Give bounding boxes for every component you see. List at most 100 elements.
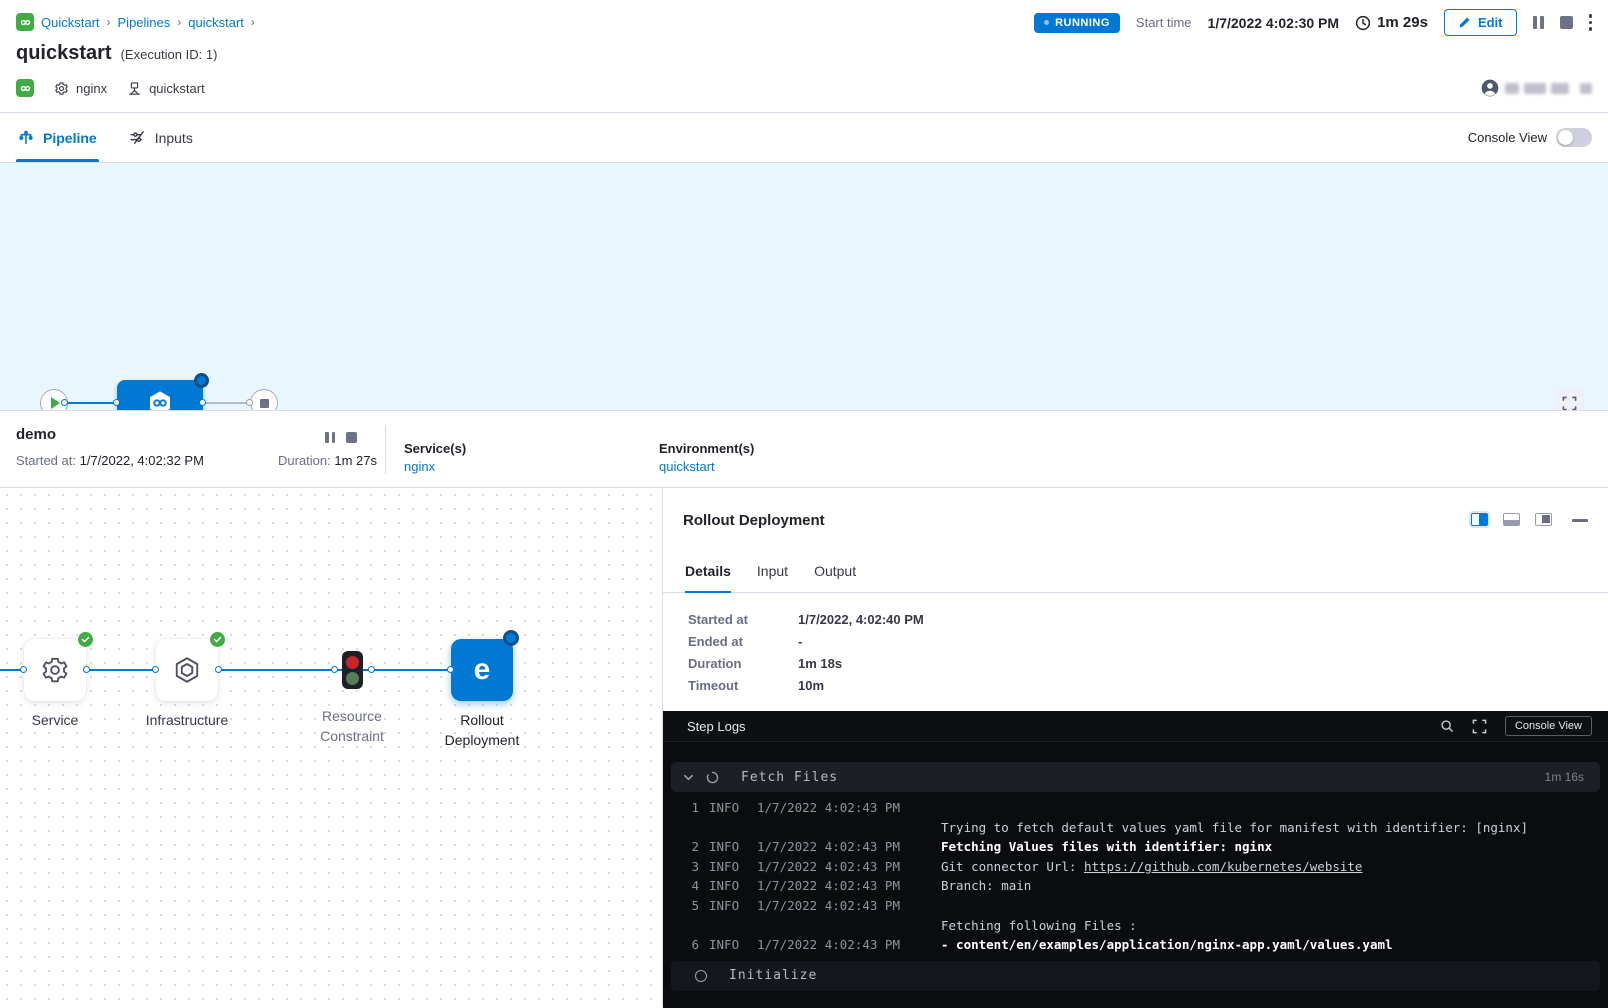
logs-fullscreen-icon[interactable] — [1472, 719, 1487, 734]
step-node-infrastructure[interactable] — [156, 639, 218, 701]
detail-value: 1m 18s — [798, 656, 924, 671]
panel-minimize-button[interactable] — [1572, 519, 1588, 522]
execution-graph-canvas[interactable]: e Service Infrastructure Resource Constr… — [0, 487, 663, 1007]
log-timestamp: 1/7/2022 4:02:43 PM — [757, 857, 927, 877]
tab-input[interactable]: Input — [757, 550, 788, 592]
connector-dot — [152, 666, 159, 673]
connector-dot — [83, 666, 90, 673]
tab-details[interactable]: Details — [685, 550, 731, 592]
service-tag[interactable]: nginx — [54, 81, 107, 96]
stage-name: demo — [16, 426, 56, 443]
log-timestamp: 1/7/2022 4:02:43 PM — [757, 876, 927, 896]
tab-inputs-label: Inputs — [155, 130, 193, 146]
step-logs-header: Step Logs Console View — [663, 711, 1608, 742]
log-message: Git connector Url: https://github.com/ku… — [941, 857, 1362, 877]
services-label: Service(s) — [404, 441, 466, 456]
step-details-panel: Rollout Deployment Details Input Output … — [663, 487, 1608, 1007]
step-label-rollout-deployment: Rollout Deployment — [426, 710, 538, 750]
edit-button[interactable]: Edit — [1444, 9, 1517, 36]
log-line-number — [683, 916, 699, 936]
start-time-label: Start time — [1136, 15, 1192, 30]
detail-label: Ended at — [688, 634, 798, 649]
tab-pipeline[interactable]: Pipeline — [18, 113, 97, 162]
stage-duration: Duration: 1m 27s — [278, 453, 377, 468]
harness-logo-icon — [16, 13, 34, 31]
log-level: INFO — [709, 896, 745, 916]
pencil-icon — [1458, 16, 1471, 29]
avatar-icon — [1480, 78, 1500, 98]
log-line: Fetching following Files : — [663, 916, 1608, 936]
breadcrumb-item-quickstart[interactable]: Quickstart — [41, 15, 100, 30]
log-section-title: Fetch Files — [741, 770, 838, 785]
running-spinner-badge — [503, 630, 519, 646]
redacted-text — [1551, 83, 1569, 94]
tab-inputs[interactable]: Inputs — [129, 113, 193, 162]
step-node-resource-constraint[interactable] — [342, 651, 363, 689]
breadcrumb-separator: › — [251, 15, 255, 29]
pause-execution-button[interactable] — [1533, 16, 1544, 29]
environment-link[interactable]: quickstart — [659, 459, 715, 474]
layout-right-panel-button[interactable] — [1471, 513, 1488, 526]
tab-output[interactable]: Output — [814, 550, 856, 592]
environment-tag[interactable]: quickstart — [127, 81, 205, 96]
started-at-value: 1/7/2022, 4:02:32 PM — [80, 453, 204, 468]
breadcrumb-item-pipeline-name[interactable]: quickstart — [188, 15, 244, 30]
log-line-number: 2 — [683, 837, 699, 857]
infrastructure-hexagon-icon — [172, 655, 202, 685]
inputs-icon — [129, 129, 146, 146]
breadcrumb: Quickstart › Pipelines › quickstart › — [16, 13, 255, 31]
service-tag-label: nginx — [76, 81, 107, 96]
log-section-title: Initialize — [729, 968, 817, 983]
pause-icon — [325, 432, 335, 443]
log-timestamp — [757, 916, 927, 936]
stage-pause-button[interactable] — [325, 432, 335, 443]
log-line-number: 1 — [683, 798, 699, 818]
title-row: quickstart (Execution ID: 1) — [16, 42, 217, 65]
divider — [385, 425, 386, 474]
log-link[interactable]: https://github.com/kubernetes/website — [1084, 859, 1362, 874]
elapsed-time-value: 1m 29s — [1377, 14, 1428, 31]
connector-dot — [246, 399, 253, 406]
log-message: Fetching following Files : — [941, 916, 1137, 936]
environment-icon — [127, 81, 142, 96]
log-section-fetch-files[interactable]: Fetch Files 1m 16s — [671, 762, 1600, 792]
log-line: 6 INFO 1/7/2022 4:02:43 PM - content/en/… — [663, 935, 1608, 955]
breadcrumb-separator: › — [107, 15, 111, 29]
log-section-initialize[interactable]: Initialize — [671, 961, 1600, 991]
stage-started-at: Started at: 1/7/2022, 4:02:32 PM — [16, 453, 204, 468]
console-view-control: Console View — [1468, 128, 1592, 147]
step-panel-title: Rollout Deployment — [683, 512, 825, 529]
log-timestamp: 1/7/2022 4:02:43 PM — [757, 798, 927, 818]
stage-stop-button[interactable] — [346, 432, 357, 443]
step-node-rollout-deployment[interactable]: e — [451, 639, 513, 701]
log-line-number: 6 — [683, 935, 699, 955]
log-message: Fetching Values files with identifier: n… — [941, 837, 1272, 857]
log-line: 3 INFO 1/7/2022 4:02:43 PM Git connector… — [663, 857, 1608, 877]
gear-icon — [40, 655, 70, 685]
status-badge: RUNNING — [1034, 13, 1120, 33]
abort-execution-button[interactable] — [1560, 16, 1573, 29]
console-view-toggle[interactable] — [1556, 128, 1592, 147]
clock-icon — [1355, 15, 1371, 31]
log-line-number: 3 — [683, 857, 699, 877]
logs-console-view-button[interactable]: Console View — [1505, 716, 1592, 736]
stage-graph-canvas[interactable]: demo — [0, 163, 1608, 410]
panel-layout-controls — [1471, 513, 1552, 526]
rollout-icon: e — [474, 655, 491, 685]
layout-side-panel-button[interactable] — [1535, 513, 1552, 526]
search-icon[interactable] — [1440, 719, 1454, 733]
kebab-menu-icon — [1589, 14, 1593, 31]
layout-bottom-panel-button[interactable] — [1503, 513, 1520, 526]
step-node-service[interactable] — [24, 639, 86, 701]
step-label-resource-constraint: Resource Constraint — [296, 706, 408, 746]
service-link[interactable]: nginx — [404, 459, 435, 474]
environments-label: Environment(s) — [659, 441, 754, 456]
redacted-text — [1524, 83, 1546, 94]
console-view-label: Console View — [1468, 130, 1547, 145]
log-lines: 1 INFO 1/7/2022 4:02:43 PM Trying to fet… — [663, 798, 1608, 955]
step-panel-tabs: Details Input Output — [663, 550, 1608, 593]
more-options-button[interactable] — [1589, 14, 1593, 31]
breadcrumb-item-pipelines[interactable]: Pipelines — [118, 15, 171, 30]
log-level: INFO — [709, 857, 745, 877]
log-level: INFO — [709, 798, 745, 818]
